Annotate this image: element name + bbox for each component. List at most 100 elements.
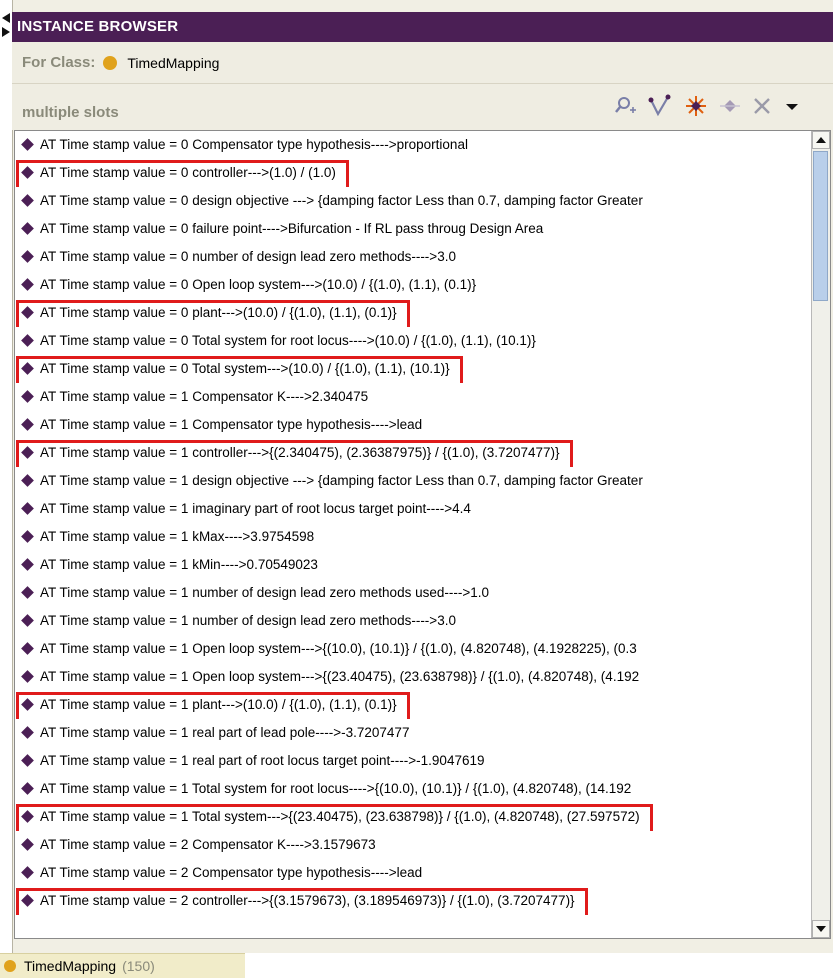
- slots-toolbar: multiple slots: [12, 84, 833, 130]
- slots-label: multiple slots: [22, 104, 119, 121]
- instance-label: AT Time stamp value = 1 Compensator K---…: [40, 389, 369, 404]
- instance-row[interactable]: AT Time stamp value = 1 number of design…: [15, 607, 812, 635]
- instance-diamond-icon: [21, 558, 34, 571]
- instance-label: AT Time stamp value = 1 Compensator type…: [40, 417, 423, 432]
- instance-label: AT Time stamp value = 0 Total system for…: [40, 333, 536, 348]
- highlight-box: [16, 300, 410, 327]
- delete-instance-icon[interactable]: [718, 94, 742, 118]
- remove-icon[interactable]: [750, 94, 774, 118]
- instance-diamond-icon: [21, 222, 34, 235]
- instance-diamond-icon: [21, 670, 34, 683]
- instance-label: AT Time stamp value = 1 kMin---->0.70549…: [40, 557, 318, 572]
- instance-label: AT Time stamp value = 0 number of design…: [40, 249, 456, 264]
- instance-row[interactable]: AT Time stamp value = 1 Compensator K---…: [15, 383, 812, 411]
- highlight-box: [16, 804, 653, 831]
- instance-row[interactable]: AT Time stamp value = 1 Total system--->…: [15, 803, 812, 831]
- scroll-down-arrow-icon[interactable]: [812, 920, 830, 938]
- highlight-box: [16, 160, 349, 187]
- status-footer: TimedMapping (150): [0, 953, 833, 978]
- instance-row[interactable]: AT Time stamp value = 1 design objective…: [15, 467, 812, 495]
- instance-row[interactable]: AT Time stamp value = 2 Compensator type…: [15, 859, 812, 887]
- instance-row[interactable]: AT Time stamp value = 0 Open loop system…: [15, 271, 812, 299]
- create-instance-icon[interactable]: [684, 94, 708, 118]
- class-tab-label: TimedMapping: [24, 958, 117, 974]
- collapse-arrow-icon[interactable]: [0, 12, 12, 38]
- panel-title: INSTANCE BROWSER: [12, 12, 833, 42]
- instance-diamond-icon: [21, 586, 34, 599]
- instance-diamond-icon: [21, 334, 34, 347]
- scrollbar-thumb[interactable]: [813, 151, 828, 301]
- instance-label: AT Time stamp value = 1 real part of lea…: [40, 725, 410, 740]
- instance-label: AT Time stamp value = 1 Total system for…: [40, 781, 632, 796]
- class-name: TimedMapping: [127, 54, 220, 71]
- instance-row[interactable]: AT Time stamp value = 2 controller--->{(…: [15, 887, 812, 915]
- instance-count: (150): [122, 958, 155, 974]
- instance-diamond-icon: [21, 782, 34, 795]
- instance-diamond-icon: [21, 194, 34, 207]
- instance-row[interactable]: AT Time stamp value = 1 controller--->{(…: [15, 439, 812, 467]
- highlight-box: [16, 692, 410, 719]
- instance-diamond-icon: [21, 502, 34, 515]
- instance-label: AT Time stamp value = 0 Open loop system…: [40, 277, 477, 292]
- class-tab[interactable]: TimedMapping (150): [0, 953, 245, 978]
- instance-label: AT Time stamp value = 1 Open loop system…: [40, 641, 637, 656]
- instance-diamond-icon: [21, 474, 34, 487]
- instance-label: AT Time stamp value = 1 real part of roo…: [40, 753, 485, 768]
- instance-diamond-icon: [21, 726, 34, 739]
- instance-diamond-icon: [21, 642, 34, 655]
- instance-diamond-icon: [21, 866, 34, 879]
- instance-label: AT Time stamp value = 1 number of design…: [40, 613, 456, 628]
- instance-row[interactable]: AT Time stamp value = 1 plant--->(10.0) …: [15, 691, 812, 719]
- instance-row[interactable]: AT Time stamp value = 1 real part of roo…: [15, 747, 812, 775]
- menu-dropdown-icon[interactable]: [780, 94, 804, 118]
- instance-diamond-icon: [21, 530, 34, 543]
- instance-label: AT Time stamp value = 0 Compensator type…: [40, 137, 468, 152]
- add-instance-icon[interactable]: [648, 94, 672, 118]
- instance-list[interactable]: AT Time stamp value = 0 Compensator type…: [14, 130, 831, 939]
- instance-diamond-icon: [21, 614, 34, 627]
- instance-diamond-icon: [21, 138, 34, 151]
- instance-label: AT Time stamp value = 1 Open loop system…: [40, 669, 640, 684]
- instance-row[interactable]: AT Time stamp value = 1 imaginary part o…: [15, 495, 812, 523]
- vertical-scrollbar[interactable]: [811, 131, 830, 938]
- instance-label: AT Time stamp value = 0 failure point---…: [40, 221, 544, 236]
- instance-row[interactable]: AT Time stamp value = 1 real part of lea…: [15, 719, 812, 747]
- class-icon: [4, 960, 16, 972]
- instance-label: AT Time stamp value = 1 kMax---->3.97545…: [40, 529, 315, 544]
- highlight-box: [16, 440, 573, 467]
- instance-row[interactable]: AT Time stamp value = 0 plant--->(10.0) …: [15, 299, 812, 327]
- for-class-label: For Class:: [22, 54, 96, 71]
- instance-diamond-icon: [21, 418, 34, 431]
- instance-row[interactable]: AT Time stamp value = 0 Compensator type…: [15, 131, 812, 159]
- instance-diamond-icon: [21, 838, 34, 851]
- instance-rows: AT Time stamp value = 0 Compensator type…: [15, 131, 812, 938]
- scroll-up-arrow-icon[interactable]: [812, 131, 830, 149]
- instance-diamond-icon: [21, 278, 34, 291]
- instance-row[interactable]: AT Time stamp value = 0 number of design…: [15, 243, 812, 271]
- instance-row[interactable]: AT Time stamp value = 0 Total system for…: [15, 327, 812, 355]
- instance-label: AT Time stamp value = 2 Compensator K---…: [40, 837, 376, 852]
- highlight-box: [16, 356, 463, 383]
- instance-row[interactable]: AT Time stamp value = 0 design objective…: [15, 187, 812, 215]
- instance-label: AT Time stamp value = 0 design objective…: [40, 193, 643, 208]
- instance-label: AT Time stamp value = 1 imaginary part o…: [40, 501, 471, 516]
- instance-row[interactable]: AT Time stamp value = 1 Total system for…: [15, 775, 812, 803]
- search-instance-icon[interactable]: [614, 94, 638, 118]
- instance-label: AT Time stamp value = 1 number of design…: [40, 585, 489, 600]
- instance-row[interactable]: AT Time stamp value = 1 kMin---->0.70549…: [15, 551, 812, 579]
- instance-row[interactable]: AT Time stamp value = 1 Compensator type…: [15, 411, 812, 439]
- instance-label: AT Time stamp value = 2 Compensator type…: [40, 865, 423, 880]
- highlight-box: [16, 888, 588, 915]
- instance-row[interactable]: AT Time stamp value = 0 controller--->(1…: [15, 159, 812, 187]
- instance-diamond-icon: [21, 250, 34, 263]
- instance-row[interactable]: AT Time stamp value = 1 kMax---->3.97545…: [15, 523, 812, 551]
- instance-label: AT Time stamp value = 1 design objective…: [40, 473, 643, 488]
- for-class-row: For Class: TimedMapping: [12, 42, 833, 84]
- instance-row[interactable]: AT Time stamp value = 2 Compensator K---…: [15, 831, 812, 859]
- instance-row[interactable]: AT Time stamp value = 0 failure point---…: [15, 215, 812, 243]
- class-icon: [103, 55, 118, 70]
- instance-row[interactable]: AT Time stamp value = 1 Open loop system…: [15, 663, 812, 691]
- instance-row[interactable]: AT Time stamp value = 1 number of design…: [15, 579, 812, 607]
- instance-row[interactable]: AT Time stamp value = 0 Total system--->…: [15, 355, 812, 383]
- instance-row[interactable]: AT Time stamp value = 1 Open loop system…: [15, 635, 812, 663]
